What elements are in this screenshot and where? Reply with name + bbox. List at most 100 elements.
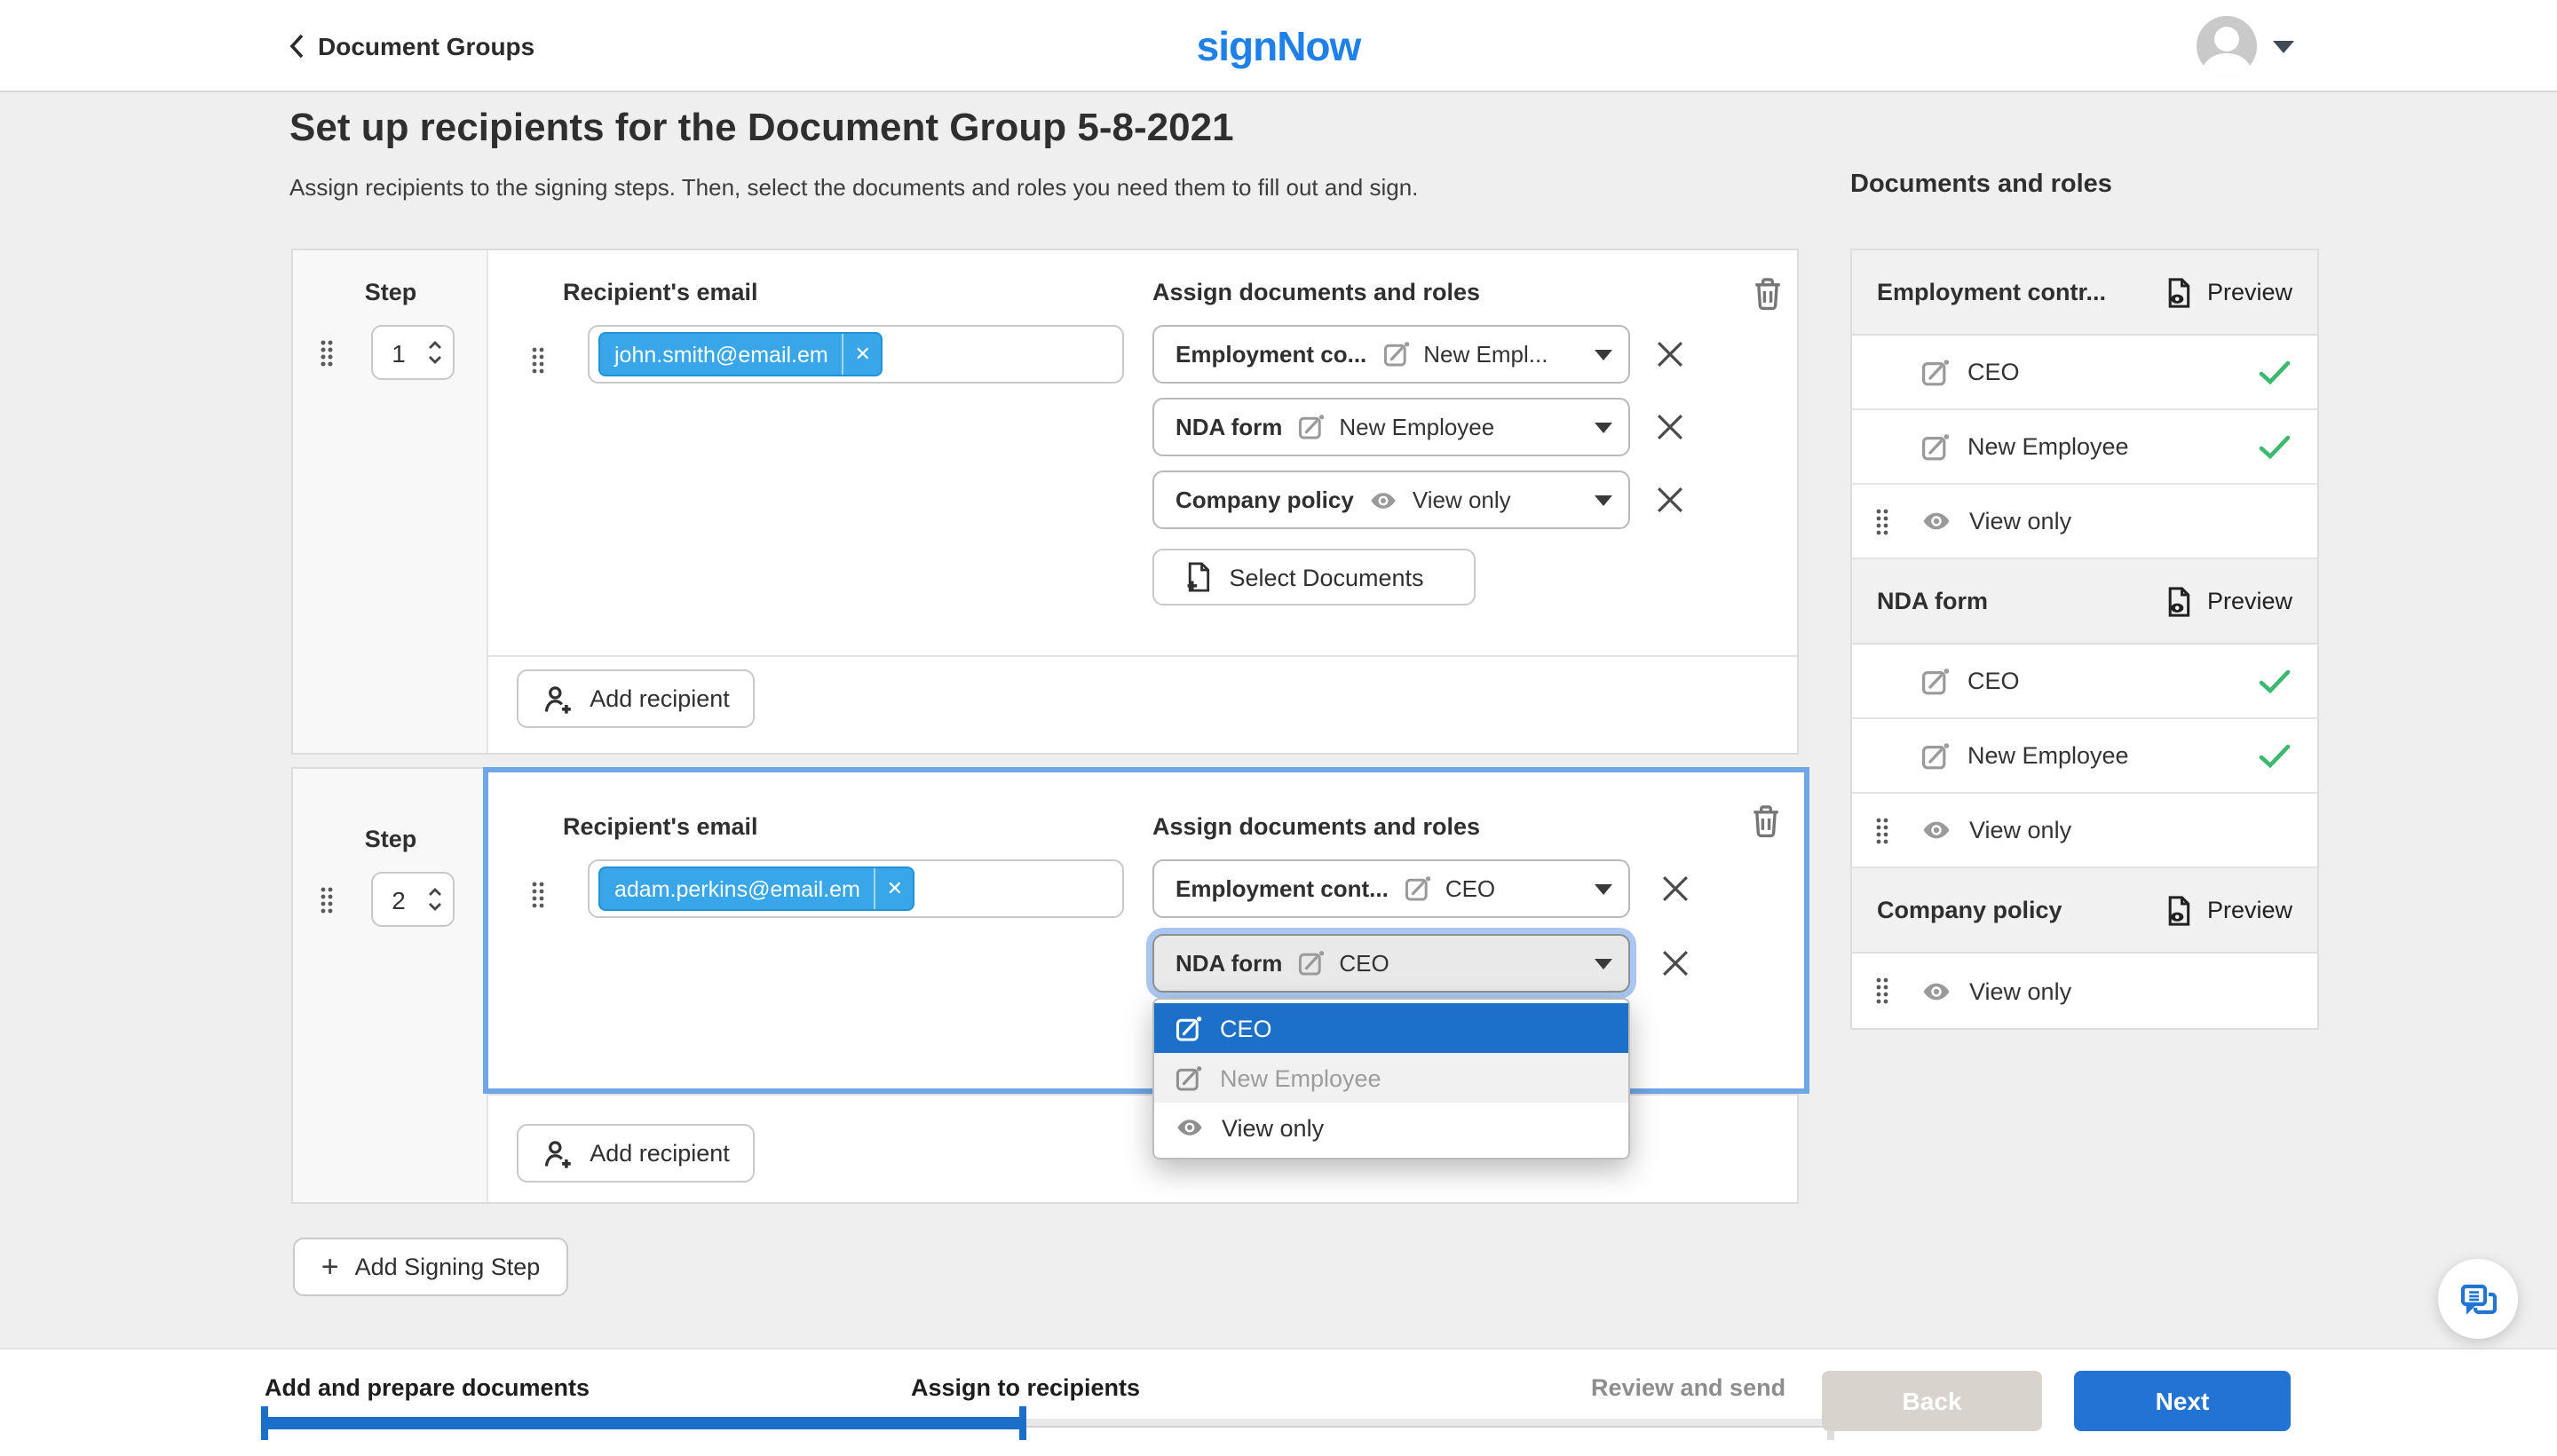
doc-role-row-nda-active[interactable]: NDA form CEO	[1152, 934, 1630, 993]
recipient-1-email-input[interactable]: john.smith@email.em ✕	[588, 325, 1124, 384]
doc-role-row-nda[interactable]: NDA form New Employee	[1152, 398, 1630, 456]
progress-tick-1	[261, 1406, 268, 1440]
delete-step-1-button[interactable]	[1746, 270, 1788, 316]
stage-add-and-prepare-documents: Add and prepare documents	[265, 1374, 590, 1401]
check-icon	[2259, 669, 2291, 693]
role-dropdown-menu: CEO New Employee View only	[1152, 998, 1630, 1159]
top-bar: Document Groups signNow	[0, 0, 2557, 92]
add-signing-step-label: Add Signing Step	[355, 1254, 541, 1280]
doc-name: Company policy	[1877, 897, 2062, 923]
role-drag-handle[interactable]	[1875, 817, 1889, 845]
role-name: New Employee	[1967, 742, 2129, 769]
caret-down-icon	[1595, 422, 1612, 432]
doc-role-row-employment[interactable]: Employment cont... CEO	[1152, 859, 1630, 918]
documents-and-roles-panel: Employment contr... Preview CEO New Empl…	[1850, 249, 2319, 1030]
person-plus-icon	[542, 1137, 574, 1169]
edit-role-icon	[1176, 1064, 1202, 1091]
step-2-number: 2	[373, 885, 424, 914]
progress-bar-filled	[265, 1417, 1023, 1429]
add-recipient-button[interactable]: Add recipient	[517, 1124, 755, 1183]
preview-button[interactable]: Preview	[2165, 276, 2292, 308]
dropdown-option-view-only[interactable]: View only	[1154, 1103, 1628, 1152]
back-button[interactable]: Back	[1822, 1371, 2042, 1431]
edit-role-icon	[1405, 875, 1431, 902]
step-2-number-stepper[interactable]: 2	[371, 872, 455, 927]
step-1-label: Step	[293, 279, 488, 305]
trash-icon	[1750, 803, 1780, 837]
select-documents-button[interactable]: Select Documents	[1152, 549, 1476, 605]
edit-role-icon	[1921, 432, 1950, 461]
recipient-2-email-input[interactable]: adam.perkins@email.em ✕	[588, 859, 1124, 918]
doc-role-row-company-policy[interactable]: Company policy View only	[1152, 471, 1630, 529]
progress-tick-2	[1019, 1406, 1026, 1440]
stepper-down-icon[interactable]	[428, 902, 442, 911]
eye-icon	[1921, 976, 1951, 1006]
role-name: View only	[1413, 487, 1511, 513]
recipient-email-label: Recipient's email	[563, 813, 758, 840]
caret-down-icon	[1595, 349, 1612, 360]
step-1-number: 1	[373, 338, 424, 367]
edit-role-icon	[1921, 358, 1950, 386]
avatar	[2197, 16, 2257, 76]
remove-doc-row-button[interactable]	[1650, 407, 1689, 446]
recipient-1-drag-handle[interactable]	[531, 346, 545, 375]
role-name: View only	[1969, 817, 2071, 843]
role-drag-handle[interactable]	[1875, 977, 1889, 1005]
stepper-up-icon[interactable]	[428, 341, 442, 350]
recipient-2-drag-handle[interactable]	[531, 881, 545, 909]
doc-name: NDA form	[1176, 950, 1282, 977]
add-recipient-label: Add recipient	[590, 685, 730, 712]
page-title: Set up recipients for the Document Group…	[289, 105, 1234, 151]
account-menu-button[interactable]	[2197, 16, 2294, 76]
dropdown-option-ceo[interactable]: CEO	[1154, 1003, 1628, 1053]
next-button[interactable]: Next	[2074, 1371, 2291, 1431]
role-name: View only	[1969, 508, 2071, 534]
plus-icon: +	[321, 1252, 339, 1282]
assign-docs-label: Assign documents and roles	[1152, 813, 1480, 840]
remove-doc-row-button[interactable]	[1655, 868, 1694, 907]
remove-doc-row-button[interactable]	[1650, 479, 1689, 518]
doc-role-row-employment[interactable]: Employment co... New Empl...	[1152, 325, 1630, 384]
remove-doc-row-button[interactable]	[1655, 943, 1694, 982]
edit-role-icon	[1176, 1015, 1202, 1041]
app-root: Document Groups signNow Set up recipient…	[0, 0, 2557, 1456]
doc-name: Employment co...	[1176, 341, 1366, 368]
recipient-2-email-chip: adam.perkins@email.em ✕	[598, 866, 915, 911]
doc-card-header-company-policy: Company policy Preview	[1852, 868, 2317, 954]
step-2-label: Step	[293, 826, 488, 852]
delete-step-2-button[interactable]	[1744, 797, 1786, 843]
option-label: New Employee	[1220, 1064, 1381, 1091]
chip-remove-icon[interactable]: ✕	[875, 868, 914, 909]
role-drag-handle[interactable]	[1875, 508, 1889, 536]
document-preview-icon	[2165, 585, 2193, 617]
doc-card-header-nda: NDA form Preview	[1852, 559, 2317, 645]
edit-role-icon	[1298, 950, 1325, 977]
role-name: New Empl...	[1423, 341, 1548, 368]
stepper-up-icon[interactable]	[428, 888, 442, 897]
preview-label: Preview	[2207, 897, 2292, 923]
document-plus-icon	[1184, 561, 1213, 593]
preview-button[interactable]: Preview	[2165, 585, 2292, 617]
step-1-number-stepper[interactable]: 1	[371, 325, 455, 380]
dropdown-option-new-employee[interactable]: New Employee	[1154, 1053, 1628, 1103]
doc-name: NDA form	[1176, 414, 1282, 440]
add-recipient-button[interactable]: Add recipient	[517, 669, 755, 728]
wizard-footer: Add and prepare documents Assign to reci…	[0, 1348, 2557, 1456]
add-recipient-label: Add recipient	[590, 1140, 730, 1167]
edit-role-icon	[1298, 414, 1325, 440]
add-signing-step-button[interactable]: + Add Signing Step	[293, 1238, 568, 1296]
preview-button[interactable]: Preview	[2165, 894, 2292, 926]
caret-down-icon	[1595, 958, 1612, 969]
help-chat-button[interactable]	[2438, 1259, 2518, 1339]
trash-icon	[1752, 276, 1782, 310]
edit-role-icon	[1382, 341, 1409, 368]
signing-step-1-panel: Step 1 Recipient's email john.smith@emai…	[291, 249, 1799, 755]
remove-doc-row-button[interactable]	[1650, 334, 1689, 373]
edit-role-icon	[1921, 667, 1950, 695]
step-1-drag-handle[interactable]	[320, 339, 334, 368]
doc-name: NDA form	[1877, 588, 1988, 614]
role-row-ceo: CEO	[1852, 645, 2317, 719]
chip-remove-icon[interactable]: ✕	[843, 334, 882, 375]
stepper-down-icon[interactable]	[428, 355, 442, 364]
step-2-drag-handle[interactable]	[320, 886, 334, 914]
